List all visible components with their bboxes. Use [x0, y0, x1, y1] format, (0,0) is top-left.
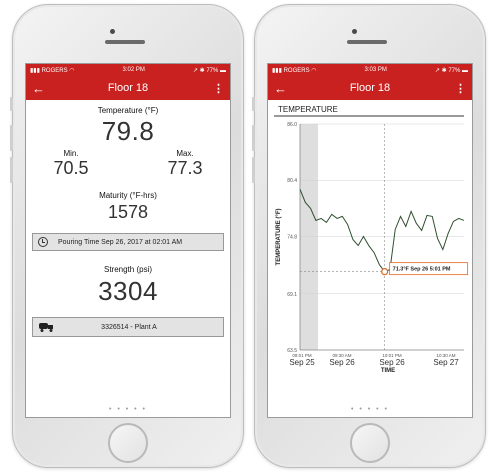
back-arrow-icon[interactable]: ← — [274, 81, 294, 96]
temperature-section: Temperature (°F) 79.8 — [26, 106, 230, 147]
y-axis-title: TEMPERATURE (°F) — [276, 209, 282, 266]
page-title: Floor 18 — [349, 82, 391, 94]
highlight-point — [381, 268, 389, 276]
temperature-series-line — [299, 189, 465, 273]
temperature-label: Temperature (°F) — [97, 106, 159, 115]
home-button[interactable] — [350, 423, 390, 463]
y-tick-label: 86.0 — [287, 122, 297, 128]
x-axis-title: TIME — [381, 368, 395, 374]
x-tick-date: Sep 26 — [329, 358, 355, 367]
mute-switch — [10, 97, 13, 111]
maturity-label: Maturity (°F-hrs) — [99, 191, 157, 200]
status-time: 3:03 PM — [364, 67, 387, 73]
maturity-value: 1578 — [107, 202, 149, 222]
x-tick-date: Sep 26 — [379, 358, 405, 367]
plant-text: 3326514 - Plant A — [101, 323, 157, 331]
status-time: 3:02 PM — [122, 67, 145, 73]
phone-right: ▮▮▮ ROGERS ◠ 3:03 PM ↗ ✱ 77% ▬ ← Floor 1… — [252, 4, 486, 468]
x-tick-date: Sep 25 — [289, 358, 315, 367]
temperature-chart[interactable]: TEMPERATURE 86.080.474.869.163.5TEMPERAT… — [268, 100, 473, 400]
maturity-section: Maturity (°F-hrs) 1578 — [26, 191, 230, 223]
min-label: Min. — [63, 149, 79, 158]
strength-section: Strength (psi) 3304 — [26, 265, 230, 307]
max-value: 77.3 — [167, 158, 203, 178]
concrete-truck-icon — [39, 323, 53, 332]
carrier-label: ▮▮▮ ROGERS ◠ — [30, 67, 75, 74]
temperature-value: 79.8 — [101, 116, 155, 146]
back-arrow-icon[interactable]: ← — [32, 81, 52, 96]
page-indicator[interactable]: • • • • • — [268, 406, 472, 413]
max-block: Max. 77.3 — [150, 149, 220, 179]
mute-switch — [252, 97, 255, 111]
screen-chart: ▮▮▮ ROGERS ◠ 3:03 PM ↗ ✱ 77% ▬ ← Floor 1… — [267, 63, 473, 418]
page-indicator[interactable]: • • • • • — [26, 406, 230, 413]
shaded-region — [300, 124, 318, 350]
tooltip-text: 71.3°F Sep 26 5:01 PM — [393, 267, 451, 273]
home-button[interactable] — [108, 423, 148, 463]
earpiece-speaker — [347, 40, 387, 44]
app-bar: ← Floor 18 ⋮ — [26, 76, 230, 100]
max-label: Max. — [176, 149, 194, 158]
phone-left: ▮▮▮ ROGERS ◠ 3:02 PM ↗ ✱ 77% ▬ ← Floor 1… — [10, 4, 244, 468]
app-bar: ← Floor 18 ⋮ — [268, 76, 472, 100]
status-bar: ▮▮▮ ROGERS ◠ 3:02 PM ↗ ✱ 77% ▬ — [26, 64, 230, 76]
earpiece-speaker — [105, 40, 145, 44]
front-camera — [110, 29, 115, 34]
front-camera — [352, 29, 357, 34]
y-tick-label: 74.8 — [287, 234, 297, 240]
y-tick-label: 80.4 — [287, 178, 297, 184]
min-max-row: Min. 70.5 Max. 77.3 — [26, 149, 230, 179]
min-value: 70.5 — [53, 158, 89, 178]
volume-down-button — [10, 157, 13, 183]
min-block: Min. 70.5 — [36, 149, 106, 179]
pouring-time-bar[interactable]: Pouring Time Sep 26, 2017 at 02:01 AM — [32, 233, 224, 251]
carrier-label: ▮▮▮ ROGERS ◠ — [272, 67, 317, 74]
battery-indicator: ↗ ✱ 77% ▬ — [192, 67, 226, 74]
battery-indicator: ↗ ✱ 77% ▬ — [434, 67, 468, 74]
x-tick-date: Sep 27 — [433, 358, 459, 367]
status-bar: ▮▮▮ ROGERS ◠ 3:03 PM ↗ ✱ 77% ▬ — [268, 64, 472, 76]
page-title: Floor 18 — [107, 82, 149, 94]
volume-up-button — [252, 125, 255, 151]
chart-title: TEMPERATURE — [278, 105, 338, 114]
clock-icon — [38, 237, 48, 247]
volume-up-button — [10, 125, 13, 151]
pouring-time-text: Pouring Time Sep 26, 2017 at 02:01 AM — [58, 238, 183, 246]
more-vert-icon[interactable]: ⋮ — [455, 82, 466, 95]
screen-summary: ▮▮▮ ROGERS ◠ 3:02 PM ↗ ✱ 77% ▬ ← Floor 1… — [25, 63, 231, 418]
strength-value: 3304 — [98, 276, 158, 306]
plant-bar[interactable]: 3326514 - Plant A — [32, 317, 224, 337]
strength-label: Strength (psi) — [103, 265, 153, 274]
more-vert-icon[interactable]: ⋮ — [213, 82, 224, 95]
volume-down-button — [252, 157, 255, 183]
y-tick-label: 69.1 — [287, 292, 297, 298]
